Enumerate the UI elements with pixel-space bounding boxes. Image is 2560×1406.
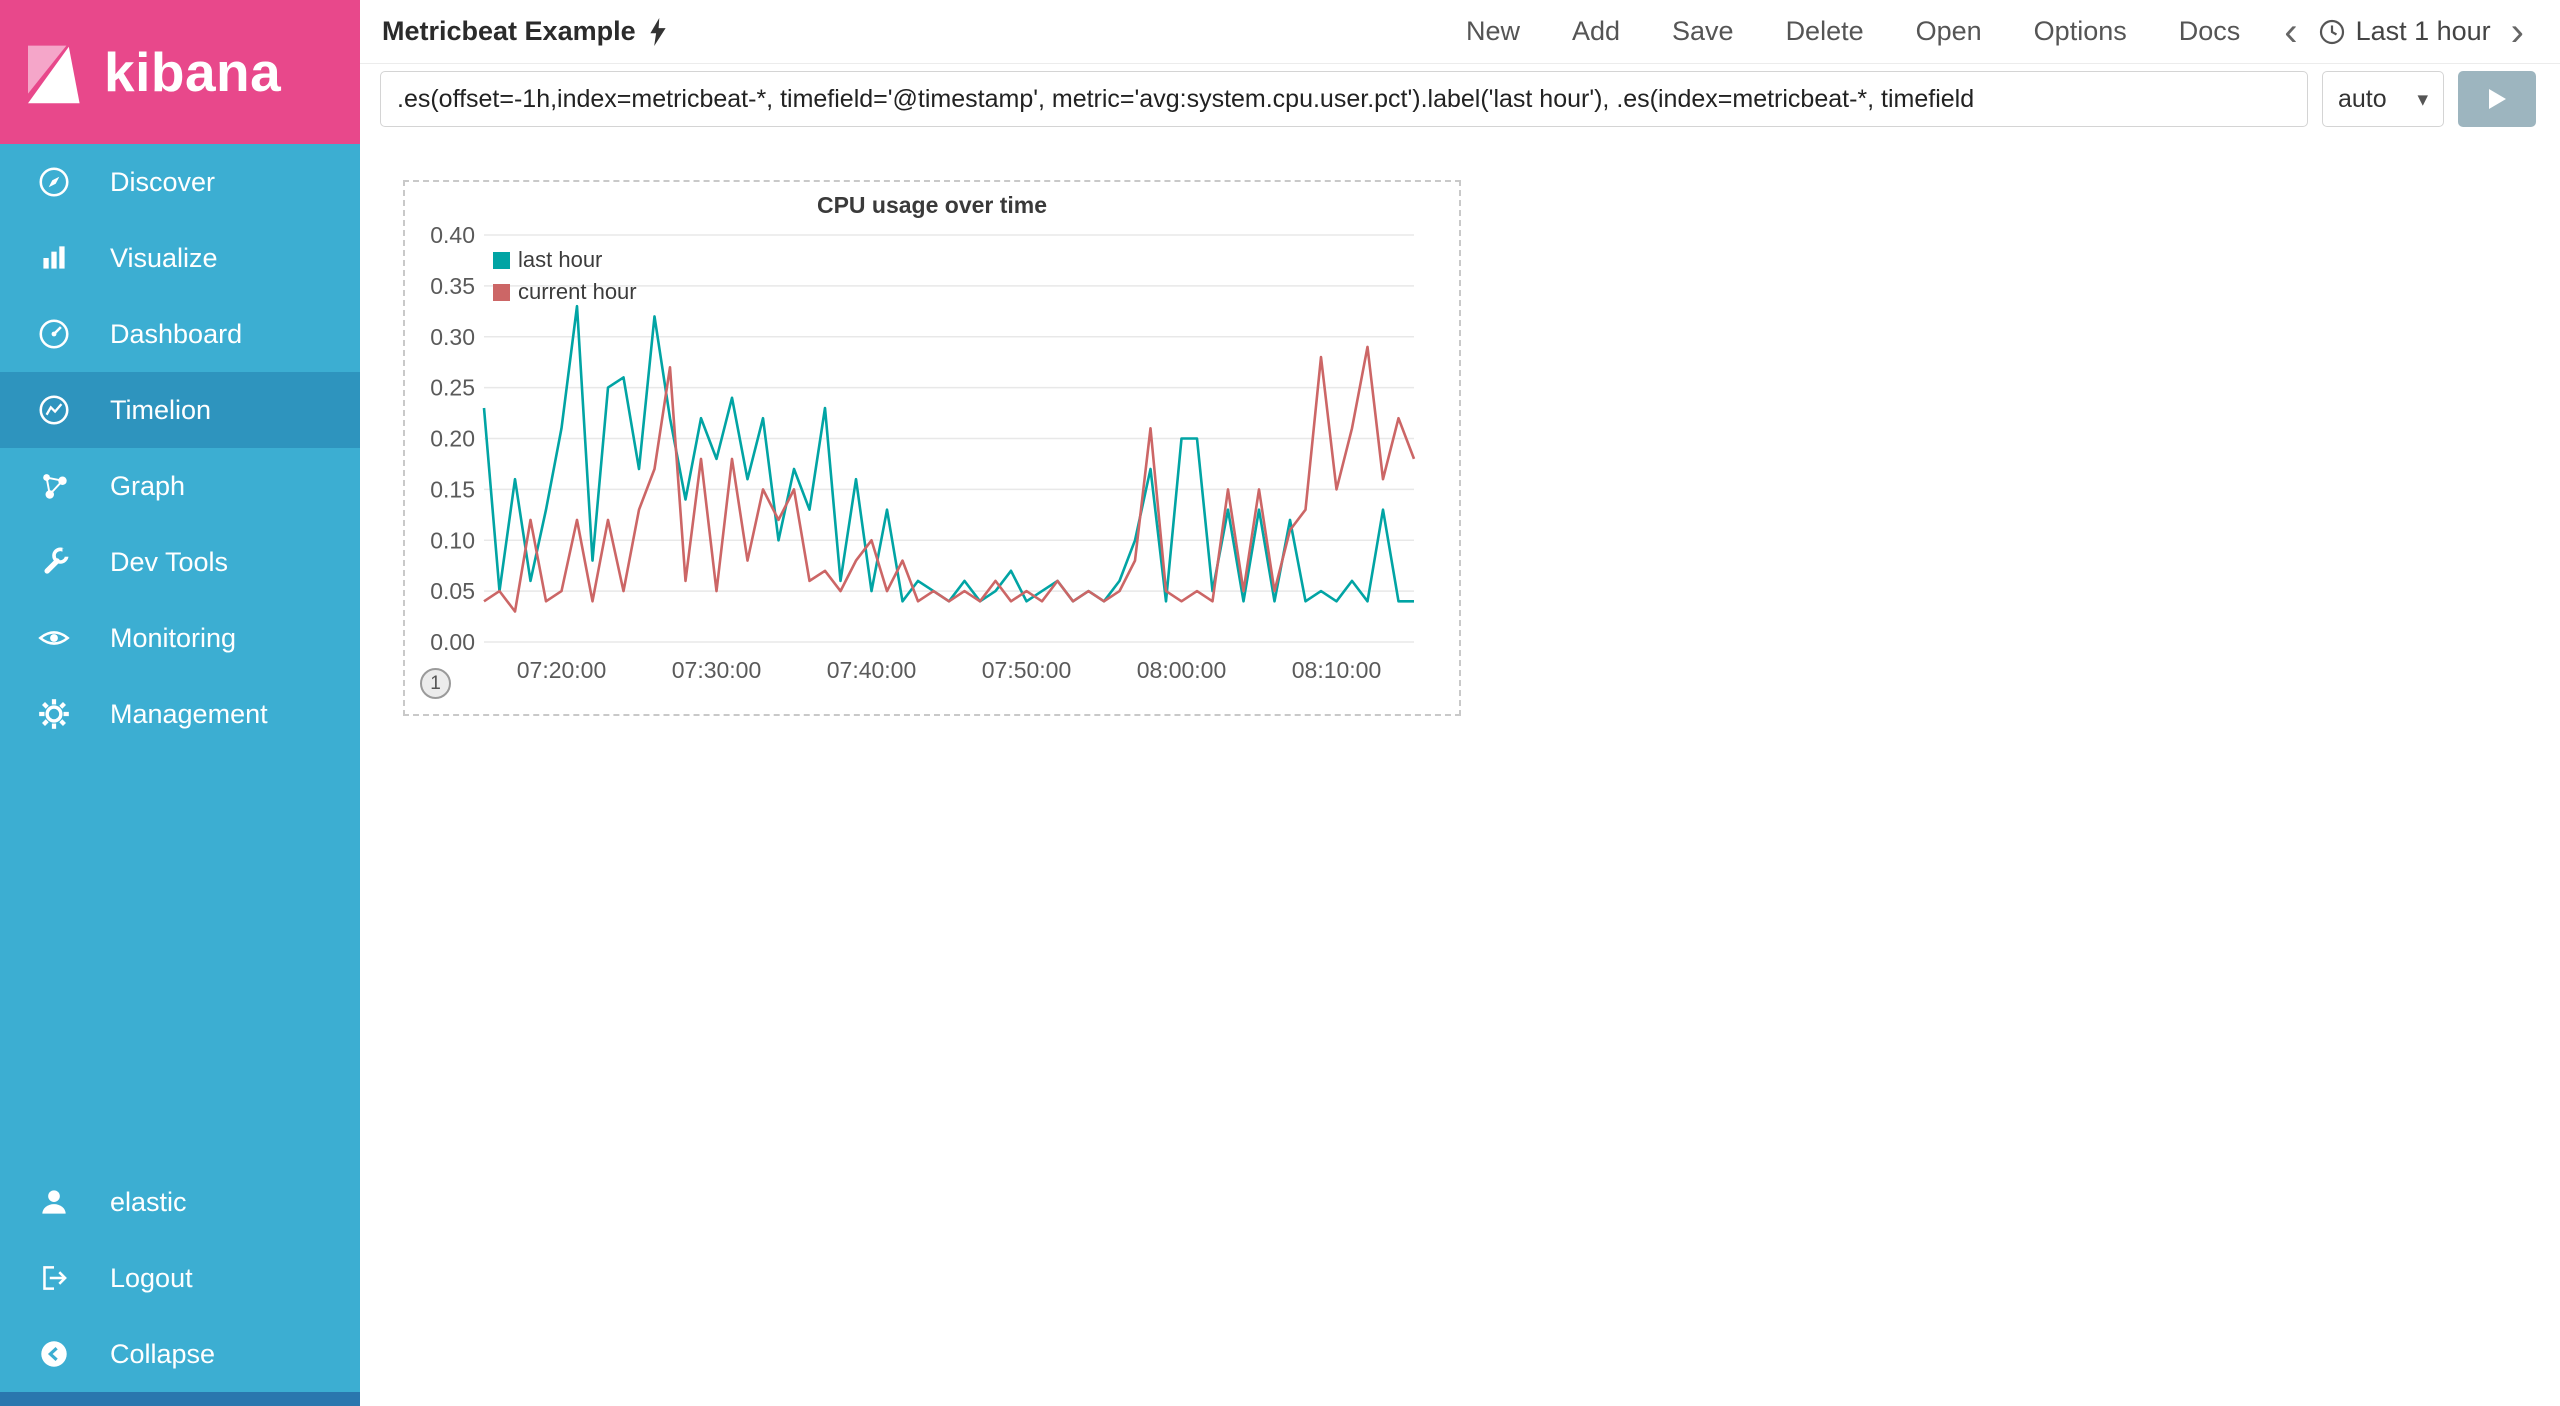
- sheet-title: Metricbeat Example: [382, 16, 636, 46]
- sidebar-item-label: Management: [110, 698, 268, 729]
- svg-text:0.40: 0.40: [430, 222, 475, 248]
- time-prev-button[interactable]: ‹: [2270, 12, 2311, 52]
- main-content: Metricbeat Example New Add Save Delete O…: [360, 0, 2560, 1406]
- toolbar-item-add[interactable]: Add: [1546, 16, 1646, 47]
- wrench-icon: [44, 547, 71, 574]
- chart-legend: last hour current hour: [493, 244, 637, 308]
- sidebar-footer: elastic Logout Collapse: [0, 1152, 360, 1406]
- eye-icon: [38, 631, 70, 645]
- kibana-logo[interactable]: kibana: [0, 0, 360, 144]
- toolbar-item-open[interactable]: Open: [1890, 16, 2008, 47]
- svg-text:0.10: 0.10: [430, 527, 475, 553]
- sidebar-item-dev-tools[interactable]: Dev Tools: [0, 524, 360, 600]
- legend-swatch-teal: [493, 251, 510, 269]
- svg-text:0.35: 0.35: [430, 273, 475, 299]
- cell-number-badge: 1: [420, 668, 451, 699]
- logout-icon: [43, 1266, 67, 1290]
- collapse-icon: [41, 1341, 67, 1367]
- kibana-app: kibana Discover Visualize Dashboard Time…: [0, 0, 2560, 1406]
- legend-swatch-red: [493, 283, 510, 301]
- sidebar-item-label: Collapse: [110, 1338, 216, 1369]
- kibana-logo-icon: [28, 45, 80, 104]
- toolbar-item-options[interactable]: Options: [2008, 16, 2153, 47]
- timelion-icon: [39, 395, 69, 425]
- toolbar-item-save[interactable]: Save: [1646, 16, 1760, 47]
- sheet-title-group: Metricbeat Example: [382, 16, 668, 47]
- sidebar-item-label: Timelion: [110, 394, 212, 425]
- legend-label: current hour: [518, 279, 637, 304]
- clock-icon: [2319, 19, 2344, 44]
- legend-label: last hour: [518, 247, 603, 272]
- timepicker-button[interactable]: Last 1 hour: [2312, 16, 2497, 47]
- sidebar-item-dashboard[interactable]: Dashboard: [0, 296, 360, 372]
- svg-text:07:20:00: 07:20:00: [517, 657, 607, 683]
- sidebar-nav: Discover Visualize Dashboard Timelion Gr…: [0, 144, 360, 752]
- bar-chart-icon: [43, 246, 65, 269]
- graph-icon: [43, 474, 67, 499]
- toolbar-item-docs[interactable]: Docs: [2153, 16, 2267, 47]
- run-query-button[interactable]: [2458, 71, 2536, 127]
- sidebar-item-label: Dev Tools: [110, 546, 229, 577]
- sidebar: kibana Discover Visualize Dashboard Time…: [0, 0, 360, 1406]
- time-next-button[interactable]: ›: [2497, 12, 2538, 52]
- timelion-query-input[interactable]: [380, 71, 2308, 127]
- sidebar-item-logout[interactable]: Logout: [0, 1240, 360, 1316]
- svg-text:0.30: 0.30: [430, 324, 475, 350]
- sidebar-item-label: elastic: [110, 1186, 187, 1217]
- user-icon: [42, 1190, 66, 1214]
- svg-text:08:10:00: 08:10:00: [1292, 657, 1382, 683]
- sidebar-item-collapse[interactable]: Collapse: [0, 1316, 360, 1392]
- sidebar-item-label: Discover: [110, 166, 216, 197]
- play-icon: [2489, 89, 2506, 109]
- legend-item-current-hour: current hour: [493, 276, 637, 308]
- chart-title: CPU usage over time: [816, 192, 1048, 218]
- sidebar-bottom-strip: [0, 1392, 360, 1406]
- toolbar-menu: New Add Save Delete Open Options Docs: [1440, 16, 2266, 47]
- sidebar-item-graph[interactable]: Graph: [0, 448, 360, 524]
- chevron-down-icon: ▾: [2417, 87, 2428, 111]
- sidebar-item-timelion[interactable]: Timelion: [0, 372, 360, 448]
- svg-text:0.15: 0.15: [430, 476, 475, 502]
- svg-text:07:30:00: 07:30:00: [672, 657, 762, 683]
- sidebar-item-label: Monitoring: [110, 622, 237, 653]
- svg-text:07:40:00: 07:40:00: [827, 657, 917, 683]
- sidebar-item-label: Visualize: [110, 242, 218, 273]
- svg-text:0.20: 0.20: [430, 426, 475, 452]
- sidebar-item-monitoring[interactable]: Monitoring: [0, 600, 360, 676]
- compass-icon: [39, 167, 69, 197]
- legend-item-last-hour: last hour: [493, 244, 637, 276]
- bolt-icon: [649, 17, 666, 46]
- sidebar-item-user[interactable]: elastic: [0, 1164, 360, 1240]
- toolbar-item-delete[interactable]: Delete: [1760, 16, 1890, 47]
- gear-icon: [39, 699, 69, 729]
- interval-select[interactable]: auto ▾: [2322, 71, 2444, 127]
- interval-value: auto: [2338, 84, 2387, 113]
- timelion-sheet: 0.00 0.05 0.10 0.15 0.20 0.25 0.30 0.35 0.40 07:2…: [360, 144, 2560, 1406]
- svg-text:0.00: 0.00: [430, 629, 475, 655]
- timepicker-label: Last 1 hour: [2355, 16, 2491, 46]
- time-navigation: ‹ Last 1 hour ›: [2270, 12, 2538, 52]
- sidebar-item-discover[interactable]: Discover: [0, 144, 360, 220]
- svg-text:0.05: 0.05: [430, 578, 475, 604]
- sidebar-item-management[interactable]: Management: [0, 676, 360, 752]
- query-bar: auto ▾: [360, 64, 2560, 144]
- kibana-logo-text: kibana: [104, 41, 282, 103]
- svg-text:07:50:00: 07:50:00: [982, 657, 1072, 683]
- timelion-chart-panel[interactable]: 0.00 0.05 0.10 0.15 0.20 0.25 0.30 0.35 0.40 07:2…: [403, 180, 1461, 716]
- sidebar-item-label: Logout: [110, 1262, 193, 1293]
- sidebar-item-label: Dashboard: [110, 318, 243, 349]
- svg-text:0.25: 0.25: [430, 375, 475, 401]
- sidebar-item-visualize[interactable]: Visualize: [0, 220, 360, 296]
- svg-text:08:00:00: 08:00:00: [1137, 657, 1227, 683]
- gauge-icon: [39, 319, 69, 349]
- sidebar-item-label: Graph: [110, 470, 186, 501]
- timelion-toolbar: Metricbeat Example New Add Save Delete O…: [360, 0, 2560, 64]
- toolbar-item-new[interactable]: New: [1440, 16, 1546, 47]
